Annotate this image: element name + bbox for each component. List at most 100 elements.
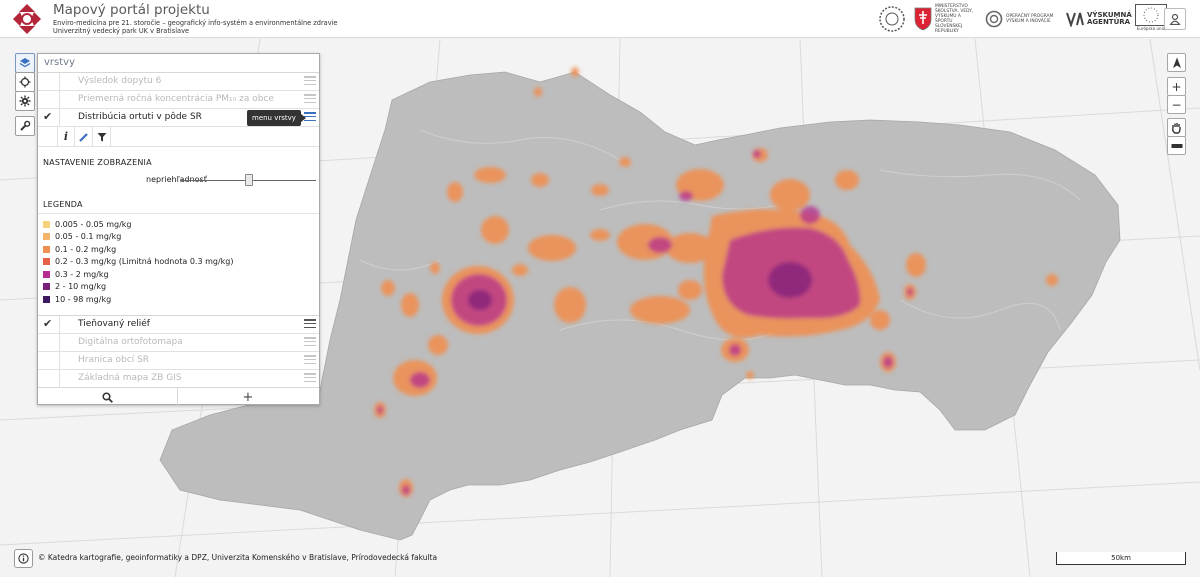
layer-menu-icon[interactable] <box>304 76 316 87</box>
research-agency-logo: VÝSKUMNÁ AGENTÚRA <box>1066 4 1132 34</box>
layer-label: Distribúcia ortuti v pôde SR <box>78 112 202 122</box>
layer-menu-icon[interactable] <box>304 337 316 348</box>
wrench-icon <box>20 120 31 131</box>
legend-swatch <box>43 258 50 266</box>
legend-label: 0.2 - 0.3 mg/kg (Limitná hodnota 0.3 mg/… <box>55 257 234 267</box>
legend-heading: LEGENDA <box>43 200 83 209</box>
layer-filter-button[interactable] <box>93 127 111 146</box>
layer-menu-icon[interactable] <box>304 355 316 366</box>
legend-item: 0.2 - 0.3 mg/kg (Limitná hodnota 0.3 mg/… <box>43 256 234 269</box>
display-settings-heading: NASTAVENIE ZOBRAZENIA <box>43 158 152 167</box>
checkmark-icon[interactable]: ✔ <box>43 317 55 330</box>
legend-label: 2 - 10 mg/kg <box>55 282 107 292</box>
layers-panel: vrstvy Výsledok dopytu 6 Priemerná ročná… <box>37 53 320 406</box>
legend-label: 10 - 98 mg/kg <box>55 294 112 304</box>
op-swirl-icon <box>985 10 1003 28</box>
user-account-button[interactable] <box>1164 8 1186 30</box>
legend-label: 0.1 - 0.2 mg/kg <box>55 244 117 254</box>
edit-icon <box>78 132 88 142</box>
layer-row-municipality-borders[interactable]: Hranica obcí SR <box>38 352 319 370</box>
layer-menu-icon[interactable] <box>304 319 316 330</box>
settings-button[interactable] <box>15 91 35 111</box>
checkmark-icon[interactable]: ✔ <box>43 110 55 123</box>
university-seal-logo <box>878 4 906 34</box>
app-subtitle: Enviro-medicína pre 21. storočie – geogr… <box>53 19 338 35</box>
north-arrow-button[interactable] <box>1167 53 1186 72</box>
layers-button[interactable] <box>15 53 35 73</box>
layer-menu-icon[interactable] <box>304 94 316 105</box>
user-icon <box>1169 13 1181 25</box>
layer-row-orthophoto[interactable]: Digitálna ortofotomapa <box>38 334 319 352</box>
plus-icon: + <box>242 389 254 405</box>
legend-label: 0.005 - 0.05 mg/kg <box>55 219 132 229</box>
seal-icon <box>879 6 905 32</box>
layer-label: Priemerná ročná koncentrácia PM₁₀ za obc… <box>78 94 274 104</box>
layer-menu-tooltip: menu vrstvy <box>247 110 306 126</box>
plus-icon: + <box>1171 79 1182 94</box>
base-layers-list: ✔ Tieňovaný reliéf Digitálna ortofotomap… <box>38 315 319 388</box>
search-layers-button[interactable] <box>38 388 178 406</box>
minus-icon: − <box>1171 97 1182 112</box>
add-layer-button[interactable]: + <box>178 388 318 406</box>
layer-row-pm10[interactable]: Priemerná ročná koncentrácia PM₁₀ za obc… <box>38 91 319 109</box>
opacity-slider-handle[interactable] <box>244 174 253 186</box>
layer-row-base-map[interactable]: Základná mapa ZB GIS <box>38 370 319 388</box>
tools-button[interactable] <box>15 116 35 136</box>
panel-title: vrstvy <box>38 54 319 73</box>
info-circle-icon <box>18 553 29 564</box>
measure-button[interactable] <box>1167 136 1186 155</box>
legend-item: 2 - 10 mg/kg <box>43 281 234 294</box>
scale-bar: 50km <box>1056 552 1186 565</box>
pan-hand-button[interactable] <box>1167 118 1186 137</box>
layer-label: Hranica obcí SR <box>78 355 150 365</box>
ministry-logo: MINISTERSTVO ŠKOLSTVA, VEDY, VÝSKUMU A Š… <box>914 4 977 34</box>
portal-logo-icon <box>13 4 41 34</box>
eu-flag-logo: Európska únia <box>1135 4 1167 34</box>
layer-style-button[interactable] <box>75 127 93 146</box>
zoom-in-button[interactable]: + <box>1167 77 1186 96</box>
hand-icon <box>1172 122 1181 134</box>
legend-swatch <box>43 295 50 303</box>
north-arrow-icon <box>1172 57 1181 68</box>
settings-icon <box>19 95 31 107</box>
legend-swatch <box>43 283 50 291</box>
legend-item: 0.005 - 0.05 mg/kg <box>43 218 234 231</box>
app-title: Mapový portál projektu <box>53 2 210 18</box>
legend-list: 0.005 - 0.05 mg/kg 0.05 - 0.1 mg/kg 0.1 - … <box>43 218 234 306</box>
locate-button[interactable] <box>15 72 35 92</box>
coat-of-arms-icon <box>914 7 932 31</box>
partner-logos: MINISTERSTVO ŠKOLSTVA, VEDY, VÝSKUMU A Š… <box>878 3 1167 35</box>
info-icon: i <box>63 130 69 143</box>
layer-label: Výsledok dopytu 6 <box>78 76 162 86</box>
zoom-out-button[interactable]: − <box>1167 95 1186 114</box>
legend-item: 0.05 - 0.1 mg/kg <box>43 231 234 244</box>
filter-icon <box>97 132 106 141</box>
layer-label: Základná mapa ZB GIS <box>78 373 182 383</box>
panel-footer: + <box>38 387 319 406</box>
layer-menu-icon[interactable] <box>304 373 316 384</box>
legend-swatch <box>43 245 50 253</box>
legend-label: 0.3 - 2 mg/kg <box>55 269 109 279</box>
subtitle-line-1: Enviro-medicína pre 21. storočie – geogr… <box>53 19 338 27</box>
va-icon <box>1066 12 1084 27</box>
legend-item: 10 - 98 mg/kg <box>43 293 234 306</box>
legend-item: 0.3 - 2 mg/kg <box>43 268 234 281</box>
subtitle-line-2: Univerzitný vedecký park UK v Bratislave <box>53 27 190 35</box>
legend-label: 0.05 - 0.1 mg/kg <box>55 232 122 242</box>
layer-row-shaded-relief[interactable]: ✔ Tieňovaný reliéf <box>38 316 319 334</box>
layer-label: Digitálna ortofotomapa <box>78 337 183 347</box>
legend-swatch <box>43 270 50 278</box>
map-attribution: © Katedra kartografie, geoinformatiky a … <box>38 553 438 562</box>
layer-info-button[interactable]: i <box>57 127 75 146</box>
search-icon <box>102 391 113 403</box>
layer-toolbar: i <box>38 127 319 147</box>
locate-icon <box>19 76 31 88</box>
legend-swatch <box>43 220 50 228</box>
eu-flag-icon <box>1135 4 1167 26</box>
legend-item: 0.1 - 0.2 mg/kg <box>43 243 234 256</box>
layer-row-query-result[interactable]: Výsledok dopytu 6 <box>38 73 319 91</box>
about-button[interactable] <box>14 549 33 568</box>
layers-icon <box>19 58 31 68</box>
legend-swatch <box>43 233 50 241</box>
ruler-icon <box>1171 143 1182 148</box>
